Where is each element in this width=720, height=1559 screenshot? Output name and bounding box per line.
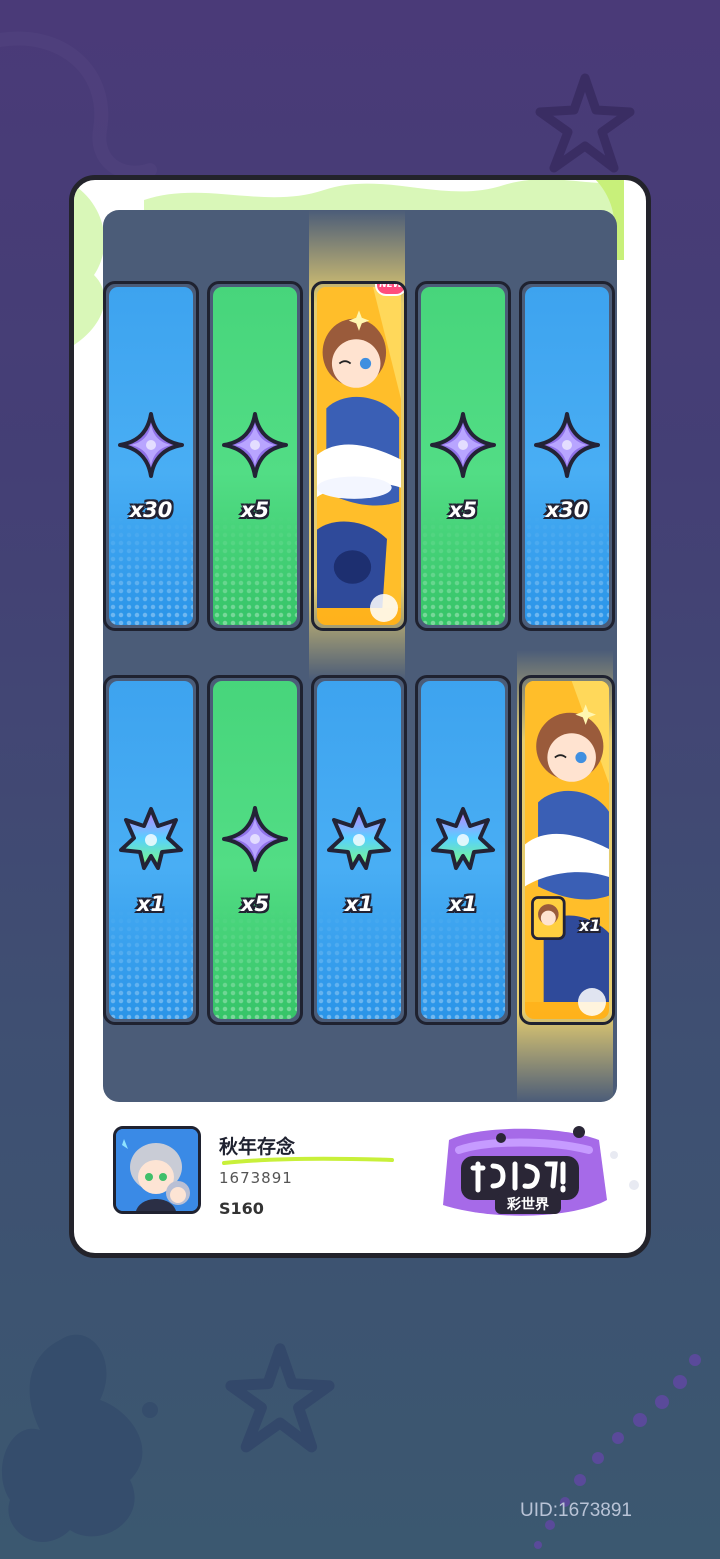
reward-tile[interactable]: x30 — [519, 281, 615, 631]
reward-quantity: x5 — [240, 892, 270, 916]
purple-star-crystal-icon — [534, 412, 600, 478]
gacha-result-card: x30 x5 NEW x5 x30 x1 x5 x1 x1 x1 秋年存念 16… — [69, 175, 651, 1258]
reward-quantity: x5 — [240, 498, 270, 522]
reward-quantity: x1 — [579, 916, 601, 935]
background-splash — [1, 1334, 158, 1542]
logo-subtitle: 彩世界 — [506, 1196, 550, 1213]
reward-tile[interactable]: x5 — [207, 675, 303, 1025]
player-id: 1673891 — [219, 1169, 293, 1187]
reward-quantity: x30 — [545, 498, 589, 522]
avatar[interactable] — [113, 1126, 201, 1214]
game-logo: 彩世界 — [443, 1126, 607, 1216]
avatar-character-icon — [116, 1129, 198, 1211]
new-badge: NEW — [375, 284, 404, 296]
reward-tile[interactable]: x30 — [103, 281, 199, 631]
purple-star-crystal-icon — [222, 806, 288, 872]
background-swirl — [0, 31, 157, 180]
reward-tile[interactable]: x1 — [415, 675, 511, 1025]
character-reward-tile[interactable]: x1 — [519, 675, 615, 1025]
reward-quantity: x5 — [448, 498, 478, 522]
reward-tile[interactable]: x1 — [103, 675, 199, 1025]
name-highlight-stroke — [222, 1156, 394, 1165]
reward-quantity: x1 — [344, 892, 374, 916]
reward-grid: x30 x5 NEW x5 x30 x1 x5 x1 x1 x1 — [103, 210, 617, 1102]
reward-quantity: x1 — [136, 892, 166, 916]
purple-star-crystal-icon — [222, 412, 288, 478]
purple-star-crystal-icon — [118, 412, 184, 478]
rainbow-leaf-crystal-icon — [119, 807, 183, 870]
reward-tile[interactable]: x5 — [207, 281, 303, 631]
weapon-type-icon — [578, 988, 606, 1016]
rainbow-leaf-crystal-icon — [327, 807, 391, 870]
weapon-type-icon — [370, 594, 398, 622]
background-dots — [534, 1354, 701, 1549]
reward-tile[interactable]: x5 — [415, 281, 511, 631]
character-reward-tile[interactable]: NEW — [311, 281, 407, 631]
player-name: 秋年存念 — [219, 1136, 296, 1158]
player-server: S160 — [219, 1199, 264, 1218]
uid-label: UID:1673891 — [520, 1500, 632, 1521]
purple-star-crystal-icon — [430, 412, 496, 478]
character-card-art — [525, 681, 609, 1003]
reward-tile[interactable]: x1 — [311, 675, 407, 1025]
reward-quantity: x30 — [129, 498, 173, 522]
rainbow-leaf-crystal-icon — [431, 807, 495, 870]
character-card-art — [317, 287, 401, 609]
reward-quantity: x1 — [448, 892, 478, 916]
background-star-icon — [535, 73, 635, 173]
player-info-footer: 秋年存念 1673891 S160 彩世界 — [74, 1102, 646, 1253]
